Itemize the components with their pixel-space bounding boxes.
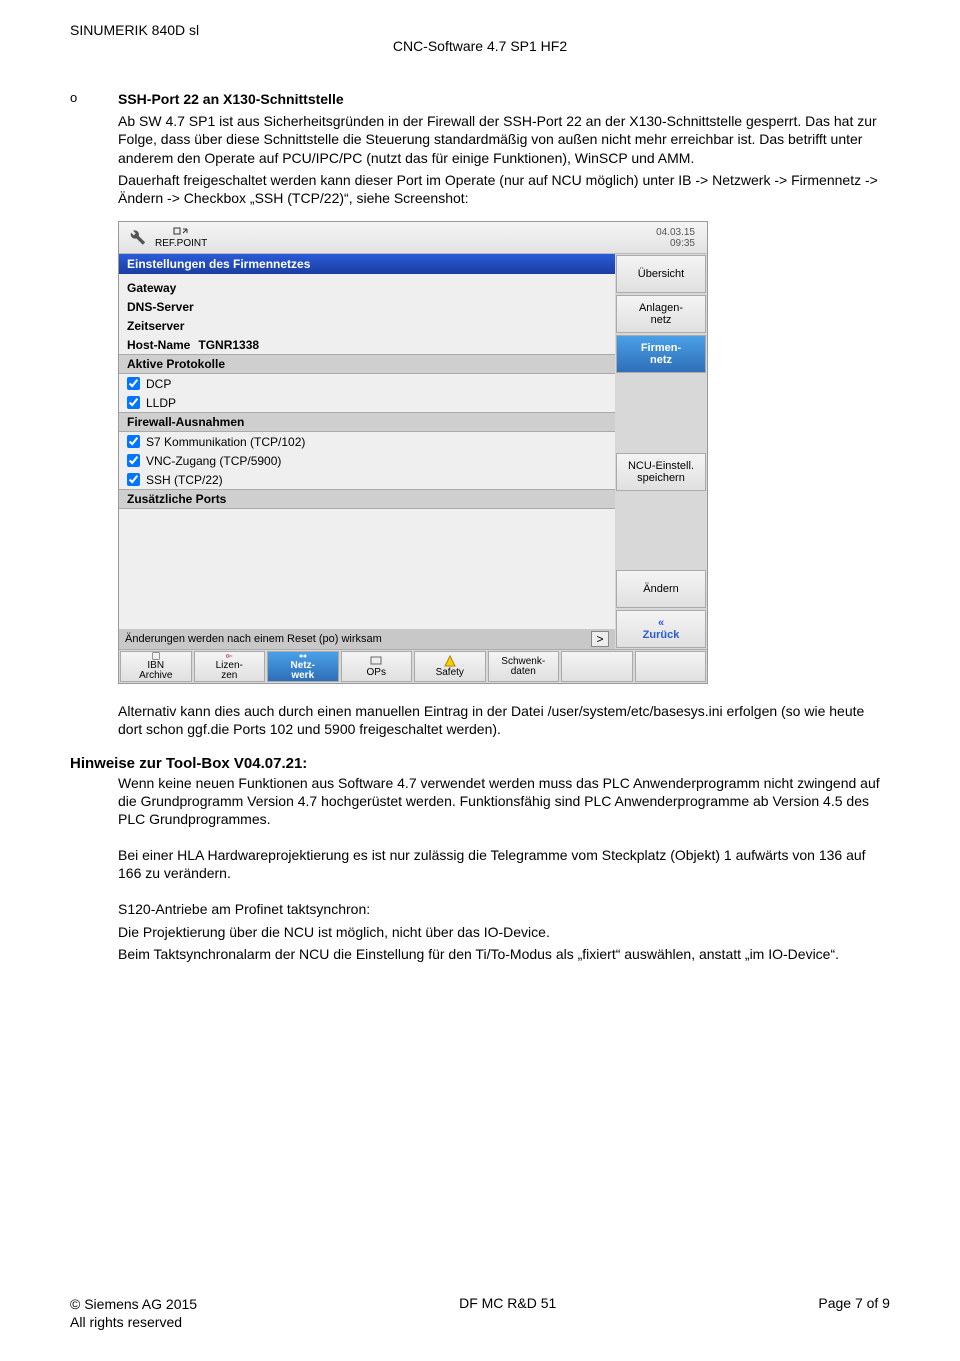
toolbox-p3: S120-Antriebe am Profinet taktsynchron: bbox=[118, 900, 890, 918]
bullet-item: o SSH-Port 22 an X130-Schnittstelle Ab S… bbox=[70, 90, 890, 743]
softkey-spacer bbox=[616, 375, 706, 451]
footer-center: DF MC R&D 51 bbox=[459, 1295, 556, 1331]
checkbox-ssh[interactable]: SSH (TCP/22) bbox=[127, 473, 223, 487]
toolbox-p4: Die Projektierung über die NCU ist mögli… bbox=[118, 923, 890, 941]
after-para: Alternativ kann dies auch durch einen ma… bbox=[118, 702, 890, 738]
toolbox-p2: Bei einer HLA Hardwareprojektierung es i… bbox=[118, 846, 890, 882]
refpoint-icon: REF.POINT bbox=[155, 227, 207, 249]
cfg-hostname-value: TGNR1338 bbox=[198, 338, 259, 352]
softkey-safety[interactable]: Safety bbox=[414, 651, 486, 682]
softkey-save-ncu[interactable]: NCU-Einstell. speichern bbox=[616, 453, 706, 491]
softkey-ops[interactable]: OPs bbox=[341, 651, 413, 682]
softkey-overview[interactable]: Übersicht bbox=[616, 255, 706, 293]
checkbox-s7-label: S7 Kommunikation (TCP/102) bbox=[146, 435, 305, 449]
checkbox-ssh-box[interactable] bbox=[127, 473, 140, 486]
refpoint-label: REF.POINT bbox=[155, 239, 207, 249]
section-firewall: Firewall-Ausnahmen bbox=[119, 412, 615, 432]
softkey-ops-label: OPs bbox=[367, 668, 386, 678]
checkbox-lldp-box[interactable] bbox=[127, 396, 140, 409]
archive-icon bbox=[150, 652, 162, 660]
softkey-change[interactable]: Ändern bbox=[616, 570, 706, 608]
reset-note: Änderungen werden nach einem Reset (po) … bbox=[119, 629, 615, 649]
checkbox-lldp-label: LLDP bbox=[146, 396, 176, 410]
softkey-ibn-archive[interactable]: IBN Archive bbox=[120, 651, 192, 682]
wrench-icon bbox=[125, 225, 147, 250]
panel-title: Einstellungen des Firmennetzes bbox=[119, 254, 615, 274]
softkey-bottom-row: IBN Archive Lizen- zen Netz- werk O bbox=[119, 649, 707, 683]
section-additional-ports: Zusätzliche Ports bbox=[119, 489, 615, 509]
toolbox-title: Hinweise zur Tool-Box V04.07.21: bbox=[70, 755, 890, 772]
softkey-empty bbox=[561, 651, 633, 682]
bullet-para-1: Ab SW 4.7 SP1 ist aus Sicherheitsgründen… bbox=[118, 112, 890, 167]
softkey-swiveldata[interactable]: Schwenk- daten bbox=[488, 651, 560, 682]
softkey-empty bbox=[635, 651, 707, 682]
header-center: CNC-Software 4.7 SP1 HF2 bbox=[0, 38, 960, 54]
softkey-swiveldata-label: Schwenk- daten bbox=[501, 657, 545, 677]
softkey-right-column: Übersicht Anlagen- netz Firmen- netz NCU… bbox=[615, 254, 707, 649]
cfg-gateway: Gateway bbox=[119, 278, 615, 297]
softkey-network[interactable]: Netz- werk bbox=[267, 651, 339, 682]
bullet-para-2: Dauerhaft freigeschaltet werden kann die… bbox=[118, 171, 890, 207]
softkey-back[interactable]: « Zurück bbox=[616, 610, 706, 648]
softkey-licenses[interactable]: Lizen- zen bbox=[194, 651, 266, 682]
softkey-spacer bbox=[616, 493, 706, 569]
footer: © Siemens AG 2015 All rights reserved DF… bbox=[70, 1295, 890, 1331]
softkey-company-net[interactable]: Firmen- netz bbox=[616, 335, 706, 373]
bullet-symbol: o bbox=[70, 90, 118, 743]
section-active-protocols: Aktive Protokolle bbox=[119, 354, 615, 374]
cfg-timeserver: Zeitserver bbox=[119, 316, 615, 335]
checkbox-s7-box[interactable] bbox=[127, 435, 140, 448]
checkbox-ssh-label: SSH (TCP/22) bbox=[146, 473, 223, 487]
network-icon bbox=[297, 652, 309, 660]
toolbox-p5: Beim Taktsynchronalarm der NCU die Einst… bbox=[118, 945, 890, 963]
checkbox-lldp[interactable]: LLDP bbox=[127, 396, 176, 410]
cfg-dns: DNS-Server bbox=[119, 297, 615, 316]
softkey-plant-net[interactable]: Anlagen- netz bbox=[616, 295, 706, 333]
checkbox-vnc-label: VNC-Zugang (TCP/5900) bbox=[146, 454, 281, 468]
warning-icon bbox=[444, 655, 456, 667]
embedded-screenshot: REF.POINT 04.03.15 09:35 Einstellungen d… bbox=[118, 221, 708, 684]
footer-copyright: © Siemens AG 2015 bbox=[70, 1296, 197, 1312]
bullet-title: SSH-Port 22 an X130-Schnittstelle bbox=[118, 90, 890, 108]
cfg-hostname-label: Host-Name bbox=[127, 338, 190, 352]
toolbox-p1: Wenn keine neuen Funktionen aus Software… bbox=[118, 774, 890, 829]
checkbox-dcp-label: DCP bbox=[146, 377, 171, 391]
softkey-network-label: Netz- werk bbox=[291, 661, 315, 681]
screenshot-toolbar: REF.POINT 04.03.15 09:35 bbox=[119, 222, 707, 254]
screenshot-date: 04.03.15 bbox=[656, 227, 695, 238]
checkbox-s7[interactable]: S7 Kommunikation (TCP/102) bbox=[127, 435, 305, 449]
checkbox-dcp-box[interactable] bbox=[127, 377, 140, 390]
softkey-licenses-label: Lizen- zen bbox=[216, 661, 243, 681]
checkbox-vnc[interactable]: VNC-Zugang (TCP/5900) bbox=[127, 454, 281, 468]
cfg-hostname: Host-Name TGNR1338 bbox=[119, 335, 615, 354]
header-left: SINUMERIK 840D sl bbox=[70, 22, 199, 38]
footer-rights: All rights reserved bbox=[70, 1314, 182, 1330]
reset-note-text: Änderungen werden nach einem Reset (po) … bbox=[125, 633, 382, 645]
softkey-safety-label: Safety bbox=[436, 668, 464, 678]
checkbox-dcp[interactable]: DCP bbox=[127, 377, 171, 391]
screenshot-time: 09:35 bbox=[670, 238, 695, 249]
footer-page: Page 7 of 9 bbox=[818, 1295, 890, 1331]
checkbox-vnc-box[interactable] bbox=[127, 454, 140, 467]
monitor-icon bbox=[370, 655, 382, 667]
softkey-ibn-label: IBN Archive bbox=[139, 661, 172, 681]
key-icon bbox=[223, 652, 235, 660]
scroll-right-button[interactable]: > bbox=[591, 631, 609, 647]
